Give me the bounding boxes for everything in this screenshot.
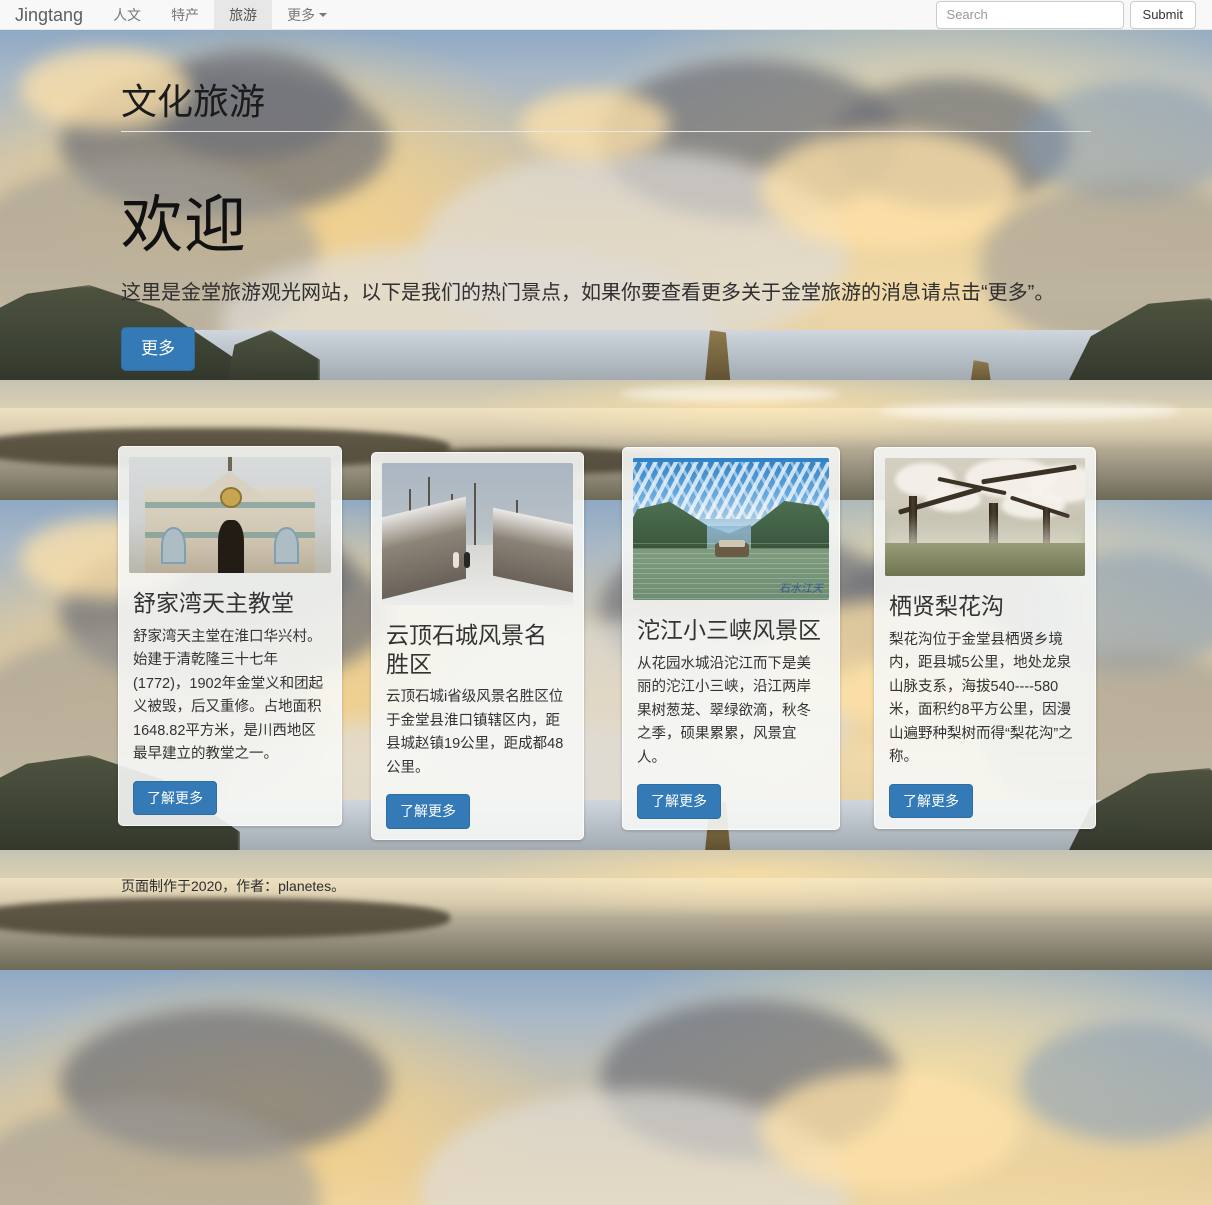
page-content: 文化旅游 欢迎 这里是金堂旅游观光网站，以下是我们的热门景点，如果你要查看更多关…	[0, 30, 1212, 841]
attraction-card[interactable]: 云顶石城风景名胜区 云顶石城i省级风景名胜区位于金堂县淮口镇辖区内，距县城赵镇1…	[371, 451, 584, 841]
attraction-card[interactable]: 舒家湾天主教堂 舒家湾天主堂在淮口华兴村。始建于清乾隆三十七年(1772)，19…	[118, 445, 342, 827]
card-title: 沱江小三峡风景区	[637, 616, 821, 643]
nav-dropdown-gengduo[interactable]: 更多	[272, 0, 342, 29]
page-header: 文化旅游	[121, 30, 1091, 132]
navbar-brand[interactable]: Jingtang	[0, 0, 98, 29]
nav-link-label: 特产	[171, 6, 200, 23]
jumbotron: 欢迎 这里是金堂旅游观光网站，以下是我们的热门景点，如果你要查看更多关于金堂旅游…	[121, 132, 1091, 371]
welcome-heading: 欢迎	[121, 190, 248, 260]
card-title: 栖贤梨花沟	[889, 592, 1004, 619]
yunding-stone-city-snow-photo	[382, 462, 573, 605]
card-description: 梨花沟位于金堂县栖贤乡境内，距县城5公里，地处龙泉山脉支系，海拔540----5…	[889, 631, 1073, 766]
card-title: 舒家湾天主教堂	[133, 589, 294, 616]
attraction-card[interactable]: 栖贤梨花沟 梨花沟位于金堂县栖贤乡境内，距县城5公里，地处龙泉山脉支系，海拔54…	[874, 446, 1096, 830]
search-input[interactable]	[935, 0, 1124, 29]
attraction-cards: 舒家湾天主教堂 舒家湾天主堂在淮口华兴村。始建于清乾隆三十七年(1772)，19…	[106, 437, 1106, 841]
background-tile	[0, 970, 1212, 1205]
tuojiang-gorge-photo: 石水江天	[633, 457, 829, 600]
page-title: 文化旅游	[121, 81, 266, 122]
welcome-paragraph: 这里是金堂旅游观光网站，以下是我们的热门景点，如果你要查看更多关于金堂旅游的消息…	[121, 281, 1055, 304]
card-description: 从花园水城沿沱江而下是美丽的沱江小三峡，沿江两岸果树葱茏、翠绿欲滴，秋冬之季，硕…	[637, 655, 811, 766]
navbar: Jingtang 人文 特产 旅游 更多 Submit	[0, 0, 1212, 30]
container: 文化旅游 欢迎 这里是金堂旅游观光网站，以下是我们的热门景点，如果你要查看更多关…	[106, 30, 1106, 841]
card-description: 云顶石城i省级风景名胜区位于金堂县淮口镇辖区内，距县城赵镇19公里，距成都48公…	[386, 689, 564, 776]
nav-link-renwen[interactable]: 人文	[98, 0, 156, 29]
photo-watermark: 石水江天	[779, 582, 823, 595]
learn-more-button[interactable]: 了解更多	[637, 784, 721, 819]
navbar-links: 人文 特产 旅游 更多	[98, 0, 342, 29]
nav-link-label: 人文	[113, 6, 142, 23]
navbar-search-form: Submit	[935, 0, 1212, 29]
attraction-card[interactable]: 石水江天 沱江小三峡风景区 从花园水城沿沱江而下是美丽的沱江小三峡，沿江两岸果树…	[622, 446, 840, 830]
nav-link-lvyou[interactable]: 旅游	[214, 0, 273, 29]
learn-more-button[interactable]: 了解更多	[133, 780, 217, 816]
more-button[interactable]: 更多	[121, 326, 195, 371]
learn-more-button[interactable]: 了解更多	[889, 783, 973, 819]
footer-text: 页面制作于2020，作者：planetes。	[121, 878, 346, 894]
shujiawan-church-photo	[129, 456, 331, 573]
search-submit-button[interactable]: Submit	[1129, 0, 1196, 29]
learn-more-button[interactable]: 了解更多	[386, 794, 470, 830]
chevron-down-icon	[319, 12, 328, 17]
qixian-pear-blossom-photo	[885, 457, 1085, 576]
nav-link-label: 旅游	[229, 6, 258, 23]
card-description: 舒家湾天主堂在淮口华兴村。始建于清乾隆三十七年(1772)，1902年金堂义和团…	[133, 628, 324, 763]
card-title: 云顶石城风景名胜区	[386, 621, 547, 677]
nav-link-label: 更多	[287, 6, 316, 23]
footer: 页面制作于2020，作者：planetes。	[0, 876, 1212, 896]
nav-link-techan[interactable]: 特产	[156, 0, 214, 29]
